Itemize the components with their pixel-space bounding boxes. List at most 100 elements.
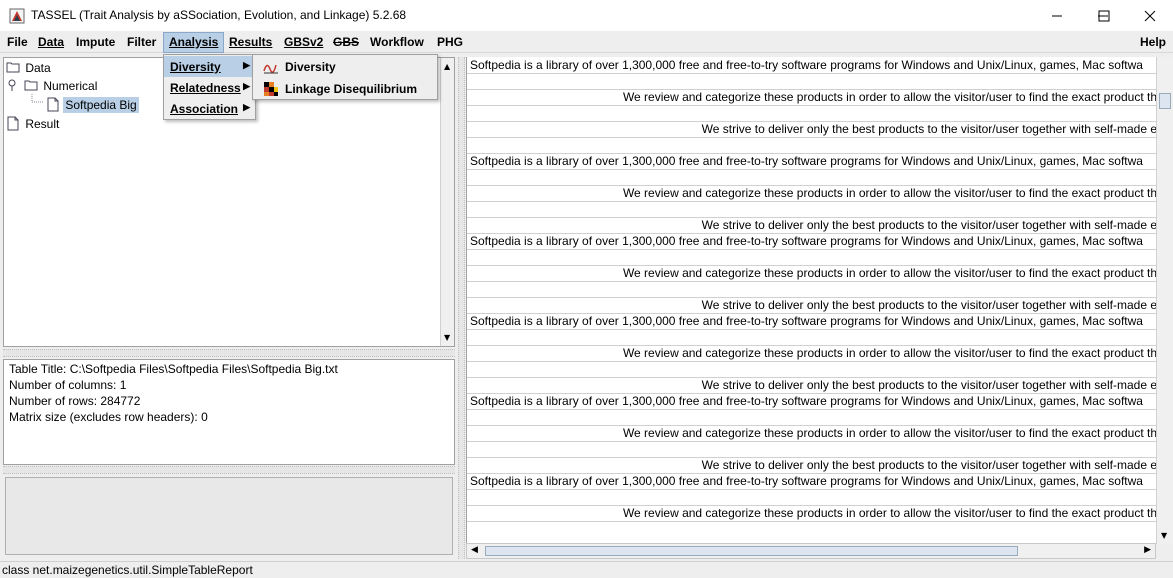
- close-button[interactable]: [1127, 0, 1173, 31]
- menu-results-label: Results: [229, 35, 273, 49]
- minimize-icon: [1052, 15, 1062, 17]
- table-row[interactable]: We strive to deliver only the best produ…: [467, 298, 1157, 314]
- menu-workflow-label: Workflow: [370, 35, 424, 49]
- minimize-button[interactable]: [1034, 0, 1080, 31]
- menu-item-association[interactable]: Association ▶: [164, 98, 255, 119]
- scroll-up-arrow-icon[interactable]: ▲: [444, 62, 450, 71]
- menu-gbsv2-label: GBSv2: [284, 35, 324, 49]
- table-row[interactable]: [467, 362, 1157, 378]
- menu-gbsv2[interactable]: GBSv2: [279, 32, 328, 53]
- window-title: TASSEL (Trait Analysis by aSSociation, E…: [31, 8, 407, 22]
- report-vertical-scrollbar[interactable]: ▼: [1156, 57, 1173, 544]
- close-icon: [1144, 10, 1156, 22]
- menu-item-relatedness[interactable]: Relatedness ▶: [164, 77, 255, 98]
- table-row[interactable]: [467, 250, 1157, 266]
- table-row[interactable]: We review and categorize these products …: [467, 90, 1157, 106]
- table-row[interactable]: Softpedia is a library of over 1,300,000…: [467, 394, 1157, 410]
- diversity-submenu: Diversity Linkage Disequilibrium: [252, 54, 438, 100]
- menu-file[interactable]: File: [2, 32, 33, 53]
- table-row[interactable]: [467, 138, 1157, 154]
- table-row[interactable]: We review and categorize these products …: [467, 346, 1157, 362]
- tree-expand-icon: [8, 79, 16, 91]
- file-icon: [47, 97, 59, 112]
- table-row[interactable]: We strive to deliver only the best produ…: [467, 122, 1157, 138]
- table-row[interactable]: We review and categorize these products …: [467, 266, 1157, 282]
- table-row[interactable]: We strive to deliver only the best produ…: [467, 458, 1157, 474]
- menu-phg[interactable]: PHG: [432, 32, 468, 53]
- progress-panel: [5, 477, 453, 555]
- table-row[interactable]: We strive to deliver only the best produ…: [467, 378, 1157, 394]
- menu-gbs[interactable]: GBS: [328, 32, 364, 53]
- table-row[interactable]: Softpedia is a library of over 1,300,000…: [467, 58, 1157, 74]
- menu-filter[interactable]: Filter: [122, 32, 161, 53]
- menu-analysis[interactable]: Analysis: [163, 32, 225, 53]
- info-matrix-size: Matrix size (excludes row headers): 0: [9, 410, 208, 424]
- table-row[interactable]: Softpedia is a library of over 1,300,000…: [467, 314, 1157, 330]
- file-icon: [7, 116, 19, 131]
- vertical-splitter[interactable]: [458, 57, 465, 559]
- table-row[interactable]: We review and categorize these products …: [467, 426, 1157, 442]
- maximize-icon: [1098, 10, 1110, 22]
- status-bar: class net.maizegenetics.util.SimpleTable…: [0, 561, 1173, 578]
- tassel-app-icon: [9, 8, 25, 24]
- info-rows: Number of rows: 284772: [9, 394, 141, 408]
- title-bar: TASSEL (Trait Analysis by aSSociation, E…: [0, 0, 1173, 31]
- table-row[interactable]: [467, 330, 1157, 346]
- menu-data[interactable]: Data: [33, 32, 69, 53]
- table-row[interactable]: Softpedia is a library of over 1,300,000…: [467, 234, 1157, 250]
- table-row[interactable]: Softpedia is a library of over 1,300,000…: [467, 474, 1157, 490]
- horizontal-scroll-thumb[interactable]: [485, 546, 1018, 556]
- diversity-icon: [263, 64, 278, 74]
- table-row[interactable]: We review and categorize these products …: [467, 186, 1157, 202]
- maximize-button[interactable]: [1081, 0, 1127, 31]
- submenu-arrow-icon: ▶: [243, 81, 250, 91]
- tree-label-data: Data: [25, 61, 51, 75]
- report-scroll-thumb[interactable]: [1159, 93, 1171, 109]
- menu-filter-label: Filter: [127, 35, 157, 49]
- table-row[interactable]: [467, 490, 1157, 506]
- submenu-item-diversity[interactable]: Diversity: [253, 56, 437, 78]
- menu-help-label: Help: [1140, 35, 1167, 49]
- menu-impute[interactable]: Impute: [71, 32, 120, 53]
- menu-workflow[interactable]: Workflow: [365, 32, 429, 53]
- info-columns: Number of columns: 1: [9, 378, 127, 392]
- table-row[interactable]: [467, 170, 1157, 186]
- report-table[interactable]: Softpedia is a library of over 1,300,000…: [466, 57, 1173, 544]
- tree-node-data[interactable]: Data: [6, 60, 53, 75]
- submenu-arrow-icon: ▶: [243, 60, 250, 70]
- folder-icon: [24, 80, 38, 91]
- tree-node-softpedia-big[interactable]: Softpedia Big: [46, 97, 139, 113]
- menu-data-label: Data: [38, 35, 65, 49]
- scroll-down-arrow-icon[interactable]: ▼: [1161, 531, 1167, 540]
- menu-results[interactable]: Results: [224, 32, 277, 53]
- scroll-right-arrow-icon[interactable]: ▶: [1144, 545, 1151, 555]
- menu-file-label: File: [7, 35, 28, 49]
- info-table-title: Table Title: C:\Softpedia Files\Softpedi…: [9, 362, 338, 376]
- tree-node-numerical[interactable]: Numerical: [24, 78, 99, 93]
- submenu-item-diversity-label: Diversity: [285, 60, 336, 74]
- scroll-down-arrow-icon[interactable]: ▼: [444, 333, 450, 342]
- table-row[interactable]: [467, 410, 1157, 426]
- menu-help[interactable]: Help: [1135, 32, 1171, 53]
- submenu-item-linkage-disequilibrium[interactable]: Linkage Disequilibrium: [253, 78, 437, 100]
- tree-vertical-scrollbar[interactable]: ▲ ▼: [440, 58, 454, 346]
- table-row[interactable]: [467, 202, 1157, 218]
- submenu-item-ld-label: Linkage Disequilibrium: [285, 82, 418, 96]
- table-row[interactable]: We review and categorize these products …: [467, 506, 1157, 522]
- table-row[interactable]: [467, 74, 1157, 90]
- ld-icon: [264, 82, 278, 96]
- tree-label-softpedia-big: Softpedia Big: [63, 97, 139, 113]
- table-row[interactable]: [467, 106, 1157, 122]
- table-row[interactable]: [467, 282, 1157, 298]
- horizontal-splitter-2[interactable]: [3, 466, 455, 474]
- report-horizontal-scrollbar[interactable]: ◀ ▶: [466, 543, 1156, 559]
- table-row[interactable]: Softpedia is a library of over 1,300,000…: [467, 154, 1157, 170]
- tree-node-result[interactable]: Result: [6, 116, 61, 131]
- tree-label-numerical: Numerical: [43, 79, 98, 93]
- tree-toggle[interactable]: [8, 78, 18, 95]
- horizontal-splitter[interactable]: [3, 349, 455, 357]
- scroll-left-arrow-icon[interactable]: ◀: [471, 545, 478, 555]
- table-row[interactable]: [467, 442, 1157, 458]
- menu-item-diversity[interactable]: Diversity ▶: [164, 56, 255, 77]
- table-row[interactable]: We strive to deliver only the best produ…: [467, 218, 1157, 234]
